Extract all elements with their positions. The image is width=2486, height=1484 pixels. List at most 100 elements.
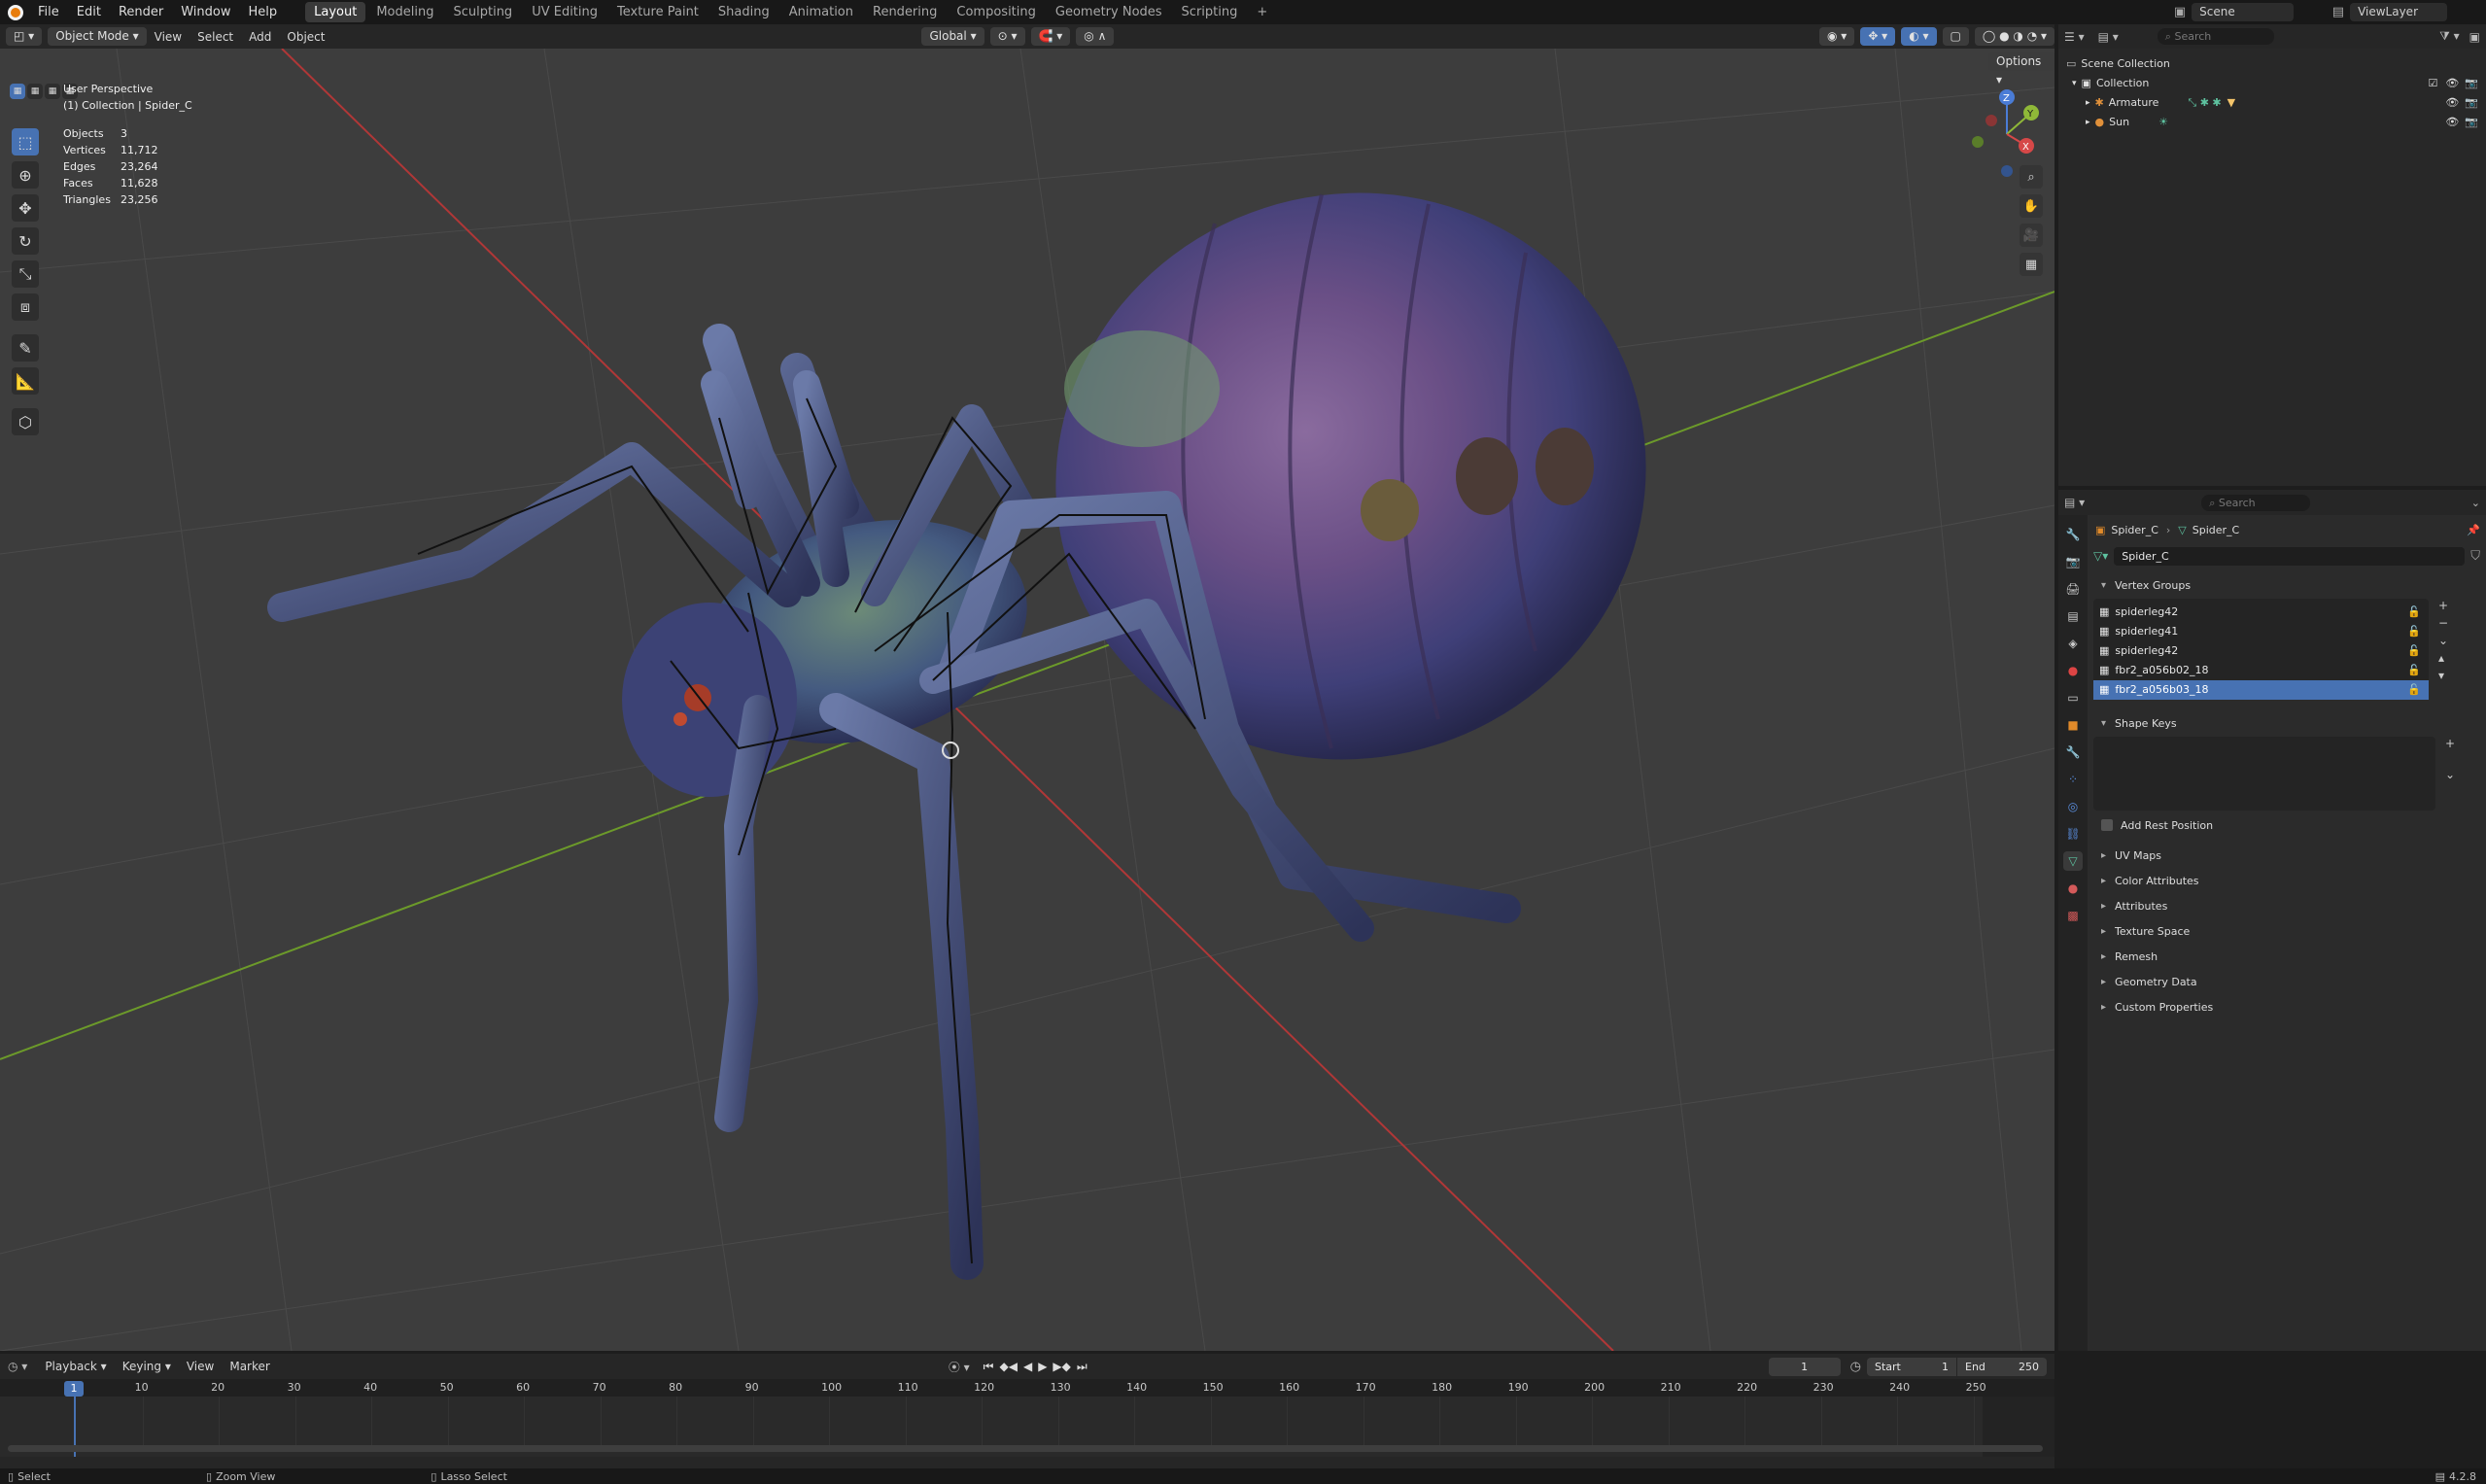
timeline-editor-type-icon[interactable]: ◷ ▾ [8, 1360, 27, 1373]
mesh-data-browse-icon[interactable]: ▽▾ [2093, 549, 2108, 563]
physics-tab-icon[interactable]: ◎ [2063, 797, 2083, 816]
expand-arrow-icon[interactable]: ▸ [2086, 93, 2090, 113]
list-item[interactable]: ▦ fbr2_a056b02_18 🔓 [2093, 661, 2429, 680]
blender-logo-icon[interactable] [8, 4, 23, 20]
options-button[interactable]: Options ▾ [1988, 52, 2054, 86]
select-subtract-icon[interactable]: ▦ [45, 84, 60, 99]
start-frame-field[interactable]: Start 1 [1867, 1357, 1956, 1376]
timeline-track[interactable]: 10 20 30 40 50 60 70 80 90 100 110 120 130 140 150 160 1… [0, 1379, 2054, 1457]
perspective-toggle-icon[interactable]: ▦ [2020, 253, 2043, 276]
editor-type-icon[interactable]: ◰ ▾ [6, 27, 43, 46]
exclude-checkbox-icon[interactable]: ☑ [2428, 74, 2437, 93]
expand-arrow-icon[interactable]: ▾ [2072, 74, 2077, 93]
tab-uv-editing[interactable]: UV Editing [523, 2, 606, 22]
lock-icon[interactable]: 🔓 [2407, 641, 2421, 661]
camera-render-icon[interactable]: 📷 [2465, 113, 2478, 132]
spider-model[interactable] [267, 117, 1720, 1280]
outliner-collection[interactable]: ▾ ▣ Collection ☑ 👁 📷 [2066, 74, 2478, 93]
list-item[interactable]: ▦ spiderleg41 🔓 [2093, 622, 2429, 641]
pivot-icon[interactable]: ⊙ ▾ [989, 27, 1025, 46]
list-item-selected[interactable]: ▦ fbr2_a056b03_18 🔓 [2093, 680, 2429, 700]
gizmo-neg-x-icon[interactable] [1985, 115, 1997, 126]
pin-icon[interactable]: 📌 [2467, 524, 2480, 536]
properties-editor-type-icon[interactable]: ▤ ▾ [2064, 496, 2085, 509]
panel-shape-keys[interactable]: ▾ Shape Keys [2093, 711, 2480, 737]
panel-geometry-data[interactable]: ▸ Geometry Data [2093, 970, 2480, 995]
constraints-tab-icon[interactable]: ⛓ [2063, 824, 2083, 844]
list-item[interactable]: ▦ spiderleg42 🔓 [2093, 603, 2429, 622]
camera-render-icon[interactable]: 📷 [2465, 93, 2478, 113]
play-icon[interactable]: ▶ [1038, 1360, 1047, 1374]
auto-keying-icon[interactable]: ⦿ ▾ [949, 1359, 970, 1375]
transform-orientation-selector[interactable]: Global ▾ [921, 27, 984, 46]
select-new-icon[interactable]: ▦ [10, 84, 25, 99]
mesh-name-field[interactable]: Spider_C [2114, 546, 2466, 566]
expand-arrow-icon[interactable]: ▸ [2086, 113, 2090, 132]
properties-search-input[interactable]: ⌕ Search [2201, 494, 2311, 511]
particles-tab-icon[interactable]: ⁘ [2063, 770, 2083, 789]
panel-vertex-groups[interactable]: ▾ Vertex Groups [2093, 573, 2480, 599]
tab-shading[interactable]: Shading [709, 2, 778, 22]
menu-render[interactable]: Render [110, 0, 172, 24]
menu-object[interactable]: Object [279, 30, 332, 44]
lock-icon[interactable]: 🔓 [2407, 603, 2421, 622]
next-keyframe-icon[interactable]: ▶◆ [1053, 1360, 1070, 1374]
scene-selector[interactable]: Scene [2192, 3, 2294, 21]
vertex-group-specials-icon[interactable]: ⌄ [2438, 634, 2448, 647]
add-shape-key-icon[interactable]: + [2445, 737, 2455, 750]
panel-color-attributes[interactable]: ▸ Color Attributes [2093, 869, 2480, 894]
move-down-icon[interactable]: ▾ [2438, 669, 2448, 682]
new-collection-icon[interactable]: ▣ [2469, 30, 2480, 44]
view-layer-selector[interactable]: ViewLayer [2350, 3, 2447, 21]
eye-icon[interactable]: 👁 [2445, 93, 2459, 113]
object-tab-icon[interactable]: ■ [2063, 715, 2083, 735]
panel-texture-space[interactable]: ▸ Texture Space [2093, 919, 2480, 945]
menu-edit[interactable]: Edit [68, 0, 110, 24]
menu-select[interactable]: Select [190, 30, 241, 44]
chevron-down-icon[interactable]: ⌄ [2471, 497, 2480, 509]
tool-tab-icon[interactable]: 🔧 [2063, 525, 2083, 544]
eye-icon[interactable]: 👁 [2445, 74, 2459, 93]
material-tab-icon[interactable]: ● [2063, 879, 2083, 898]
zoom-icon[interactable]: ⌕ [2020, 165, 2043, 189]
gizmo-neg-y-icon[interactable] [1972, 136, 1984, 148]
outliner-editor-type-icon[interactable]: ☰ ▾ [2064, 30, 2085, 44]
outliner-item-armature[interactable]: ▸ ✱ Armature ⤡ ✱ ✱ ▼ 👁 📷 [2066, 93, 2478, 113]
jump-start-icon[interactable]: ⏮ [984, 1360, 994, 1374]
output-tab-icon[interactable]: 🖨 [2063, 579, 2083, 599]
collection-tab-icon[interactable]: ▭ [2063, 688, 2083, 707]
gizmo-neg-z-icon[interactable] [2001, 165, 2013, 177]
camera-render-icon[interactable]: 📷 [2465, 74, 2478, 93]
menu-keying[interactable]: Keying ▾ [115, 1360, 179, 1373]
clock-icon[interactable]: ◷ [1850, 1360, 1861, 1374]
panel-uv-maps[interactable]: ▸ UV Maps [2093, 844, 2480, 869]
view-layer-tab-icon[interactable]: ▤ [2063, 606, 2083, 626]
timeline-scrollbar[interactable] [8, 1445, 2043, 1452]
list-item[interactable]: ▦ spiderleg42 🔓 [2093, 641, 2429, 661]
pan-hand-icon[interactable]: ✋ [2020, 194, 2043, 218]
mesh-data-tab-icon[interactable]: ▽ [2063, 851, 2083, 871]
prev-keyframe-icon[interactable]: ◆◀ [999, 1360, 1017, 1374]
panel-custom-properties[interactable]: ▸ Custom Properties [2093, 995, 2480, 1020]
lock-icon[interactable]: 🔓 [2407, 622, 2421, 641]
tab-rendering[interactable]: Rendering [864, 2, 946, 22]
tab-geometry-nodes[interactable]: Geometry Nodes [1047, 2, 1171, 22]
texture-tab-icon[interactable]: ▩ [2063, 906, 2083, 925]
annotate-tool-icon[interactable]: ✎ [12, 334, 39, 362]
fake-user-shield-icon[interactable]: ⛉ [2470, 549, 2480, 564]
tab-sculpting[interactable]: Sculpting [444, 2, 521, 22]
render-tab-icon[interactable]: 📷 [2063, 552, 2083, 571]
tab-animation[interactable]: Animation [780, 2, 862, 22]
visibility-icon[interactable]: ◉ ▾ [1819, 27, 1855, 46]
outliner-display-mode-icon[interactable]: ▤ ▾ [2098, 30, 2119, 44]
camera-view-icon[interactable]: 🎥 [2020, 224, 2043, 247]
measure-tool-icon[interactable]: 📐 [12, 367, 39, 395]
shape-key-specials-icon[interactable]: ⌄ [2445, 768, 2455, 781]
tab-texture-paint[interactable]: Texture Paint [608, 2, 708, 22]
lock-icon[interactable]: 🔓 [2407, 680, 2421, 700]
add-rest-position-row[interactable]: Add Rest Position [2093, 811, 2480, 840]
eye-icon[interactable]: 👁 [2445, 113, 2459, 132]
menu-marker[interactable]: Marker [222, 1360, 277, 1373]
filter-icon[interactable]: ⧩ ▾ [2439, 29, 2460, 44]
select-extend-icon[interactable]: ▦ [27, 84, 43, 99]
